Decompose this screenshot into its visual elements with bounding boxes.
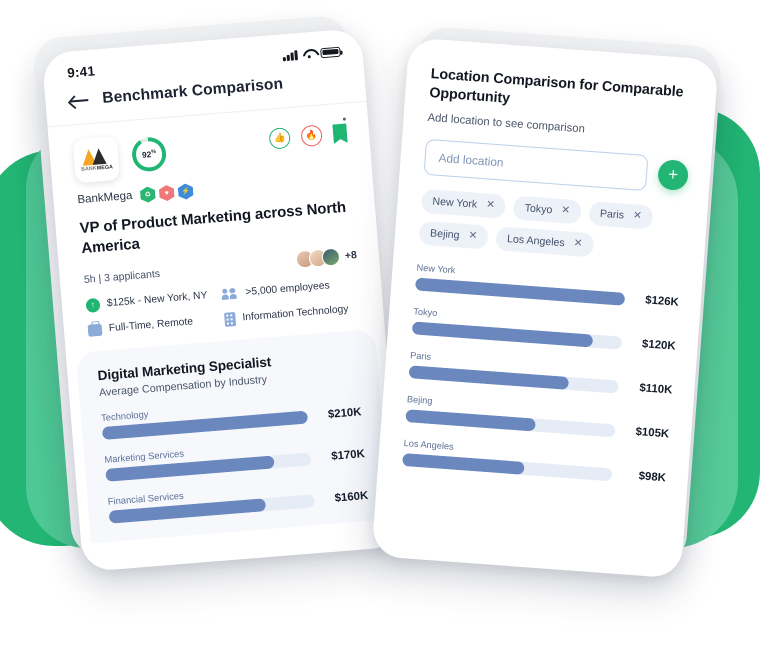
bar-row: New York $126K	[414, 262, 680, 310]
fire-icon[interactable]: 🔥	[300, 124, 323, 148]
avatar-overflow-count: +8	[344, 248, 358, 262]
badge-red-icon: ♥	[159, 185, 175, 202]
meta-employees-text: >5,000 employees	[245, 280, 331, 299]
bar-row: Bejing $105K	[405, 394, 670, 441]
company-badges: ♻ ♥ ⚡	[140, 183, 194, 203]
location-comparison-body: Location Comparison for Comparable Oppor…	[378, 37, 719, 486]
bar-value-label: $120K	[641, 338, 676, 354]
location-chip[interactable]: Los Angeles ✕	[495, 226, 595, 258]
briefcase-icon	[87, 323, 103, 337]
location-chip[interactable]: Tokyo ✕	[512, 195, 582, 225]
bar-value-label: $170K	[330, 448, 366, 463]
bookmark-icon[interactable]	[332, 123, 348, 144]
location-chip-label: Bejing	[429, 227, 460, 242]
bar-fill	[405, 408, 537, 432]
close-icon[interactable]: ✕	[486, 199, 496, 211]
left-phone-screen: 9:41 Benchmark Comparison BANKMEGA 92% 👍…	[41, 28, 403, 572]
meta-industry-text: Information Technology	[242, 303, 349, 324]
location-chip[interactable]: New York ✕	[420, 188, 507, 219]
location-input-row: Add location +	[423, 138, 690, 194]
bar-row: Tokyo $120K	[411, 306, 677, 354]
badge-blue-icon: ⚡	[178, 183, 194, 200]
wifi-icon	[302, 48, 316, 59]
location-chip[interactable]: Bejing ✕	[418, 220, 490, 250]
back-arrow-icon[interactable]	[69, 93, 89, 109]
page-title: Benchmark Comparison	[101, 75, 284, 107]
status-icons	[282, 46, 341, 61]
logo-mark-icon	[81, 147, 110, 166]
company-name: BankMega	[77, 189, 133, 207]
right-phone-screen: Location Comparison for Comparable Oppor…	[371, 37, 719, 579]
location-chip-list: New York ✕ Tokyo ✕ Paris ✕ Bejing ✕ Los Angeles ✕	[418, 188, 685, 264]
bar-value-label: $210K	[327, 406, 362, 421]
bar-row: Marketing Services $170K	[104, 433, 365, 482]
match-score-value: 92%	[141, 149, 157, 160]
location-chip-label: Los Angeles	[506, 232, 566, 250]
salary-icon: ↑	[85, 297, 101, 313]
add-location-button[interactable]: +	[657, 158, 690, 191]
meta-jobtype-text: Full-Time, Remote	[108, 316, 194, 335]
thumbs-up-icon[interactable]: 👍	[268, 127, 292, 150]
location-chip-label: Paris	[599, 207, 625, 222]
close-icon[interactable]: ✕	[573, 238, 583, 250]
compensation-chart-panel: Digital Marketing Specialist Average Com…	[75, 328, 391, 543]
scene: 9:41 Benchmark Comparison BANKMEGA 92% 👍…	[0, 0, 768, 647]
applicant-avatars: +8	[295, 246, 357, 269]
logo-wordmark: BANKMEGA	[81, 164, 113, 173]
bar-value-label: $105K	[635, 426, 670, 441]
location-bar-chart: New York $126K Tokyo $120K Paris $110K Bejing $…	[402, 262, 680, 485]
logo-word-1: BANK	[80, 165, 97, 173]
location-chip-label: New York	[432, 195, 478, 211]
industry-bar-chart: Technology $210K Marketing Services $170K Fi…	[101, 391, 369, 524]
location-chip-label: Tokyo	[524, 202, 553, 217]
avatar	[321, 246, 341, 267]
bar-row: Technology $210K	[101, 391, 362, 440]
applicants-text: 5h | 3 applicants	[83, 267, 161, 286]
close-icon[interactable]: ✕	[468, 230, 478, 242]
bar-fill	[402, 452, 525, 475]
location-chip[interactable]: Paris ✕	[588, 200, 654, 230]
bar-value-label: $98K	[638, 470, 667, 485]
job-card: BANKMEGA 92% 👍 🔥 BankMega ♻ ♥ ⚡ VP of Pr…	[48, 102, 385, 353]
bar-value-label: $110K	[638, 382, 673, 397]
logo-word-2: MEGA	[96, 163, 114, 172]
meta-industry: Information Technology	[223, 301, 362, 327]
close-icon[interactable]: ✕	[561, 205, 571, 217]
bar-row: Financial Services $160K	[107, 474, 369, 524]
close-icon[interactable]: ✕	[633, 210, 643, 222]
employees-icon	[221, 287, 239, 300]
bar-row: Paris $110K	[408, 350, 674, 397]
bar-value-label: $126K	[644, 294, 680, 310]
location-input[interactable]: Add location	[423, 138, 649, 191]
cellular-signal-icon	[282, 50, 298, 61]
status-time: 9:41	[66, 63, 96, 81]
industry-icon	[223, 311, 237, 327]
meta-jobtype: Full-Time, Remote	[87, 312, 225, 337]
bar-value-label: $160K	[334, 489, 369, 505]
badge-green-icon: ♻	[140, 186, 156, 203]
meta-employees: >5,000 employees	[221, 276, 360, 301]
reaction-buttons: 👍 🔥	[268, 117, 348, 150]
meta-salary-text: $125k - New York, NY	[106, 290, 208, 310]
avatar-stack	[295, 246, 341, 269]
match-score-gauge: 92%	[130, 136, 168, 173]
company-logo: BANKMEGA	[72, 135, 121, 184]
bar-row: Los Angeles $98K	[402, 438, 667, 485]
battery-icon	[320, 46, 341, 58]
meta-salary: ↑ $125k - New York, NY	[85, 287, 223, 313]
